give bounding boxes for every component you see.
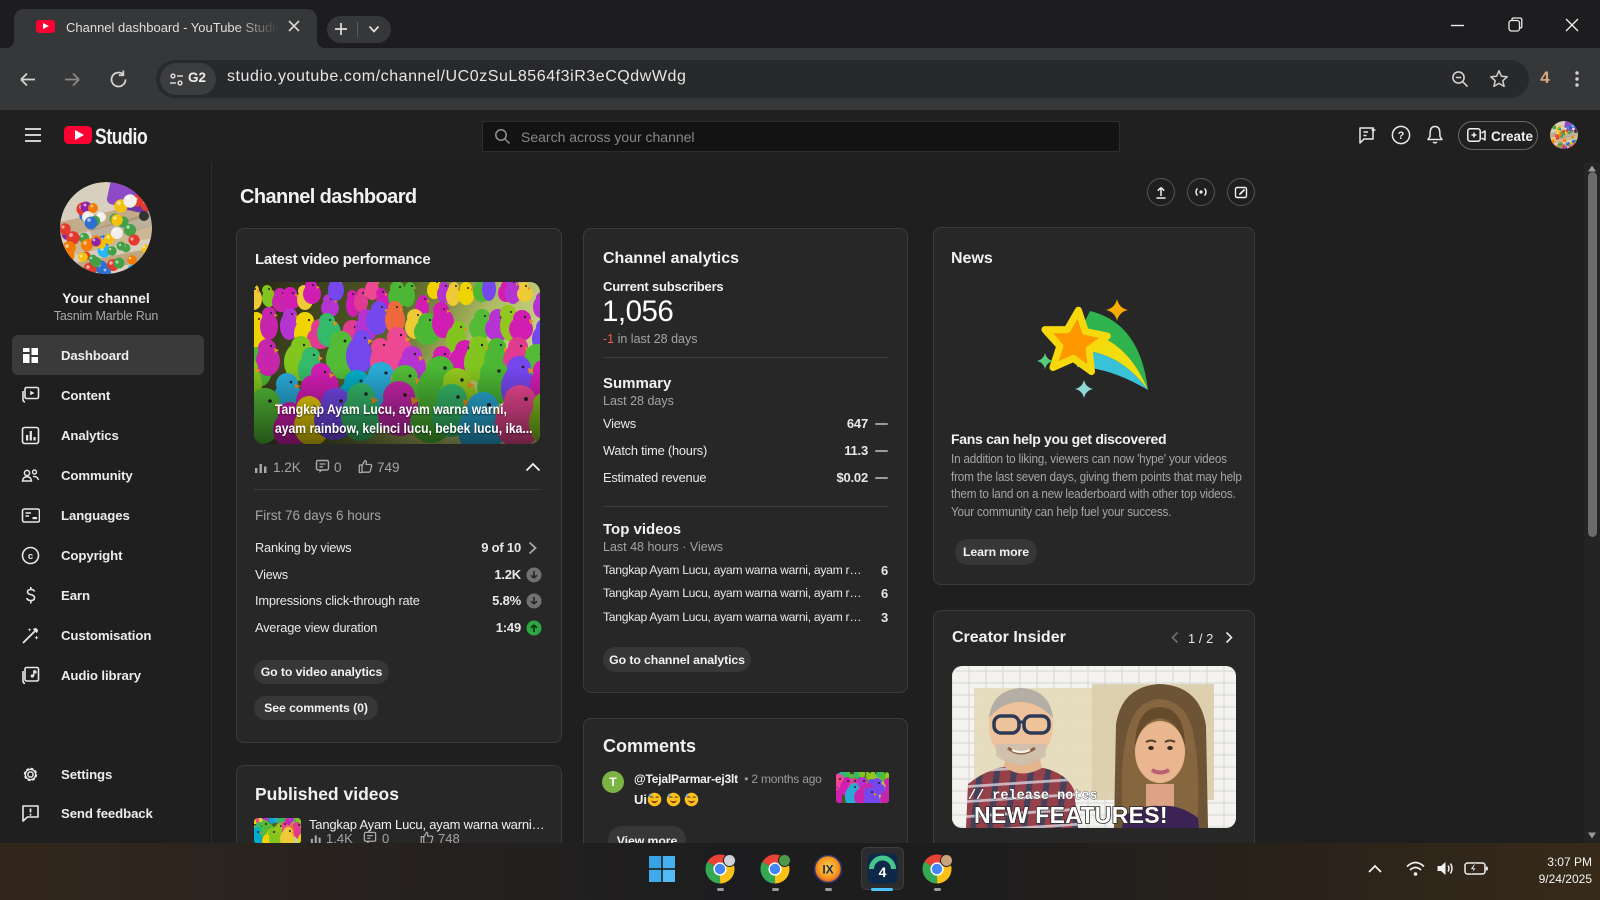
svg-text:NEW FEATURES!: NEW FEATURES! xyxy=(974,802,1168,828)
svg-text:c: c xyxy=(28,551,33,562)
svg-text:4: 4 xyxy=(879,864,887,880)
svg-text:?: ? xyxy=(1398,130,1405,142)
svg-text:IX: IX xyxy=(822,863,833,877)
